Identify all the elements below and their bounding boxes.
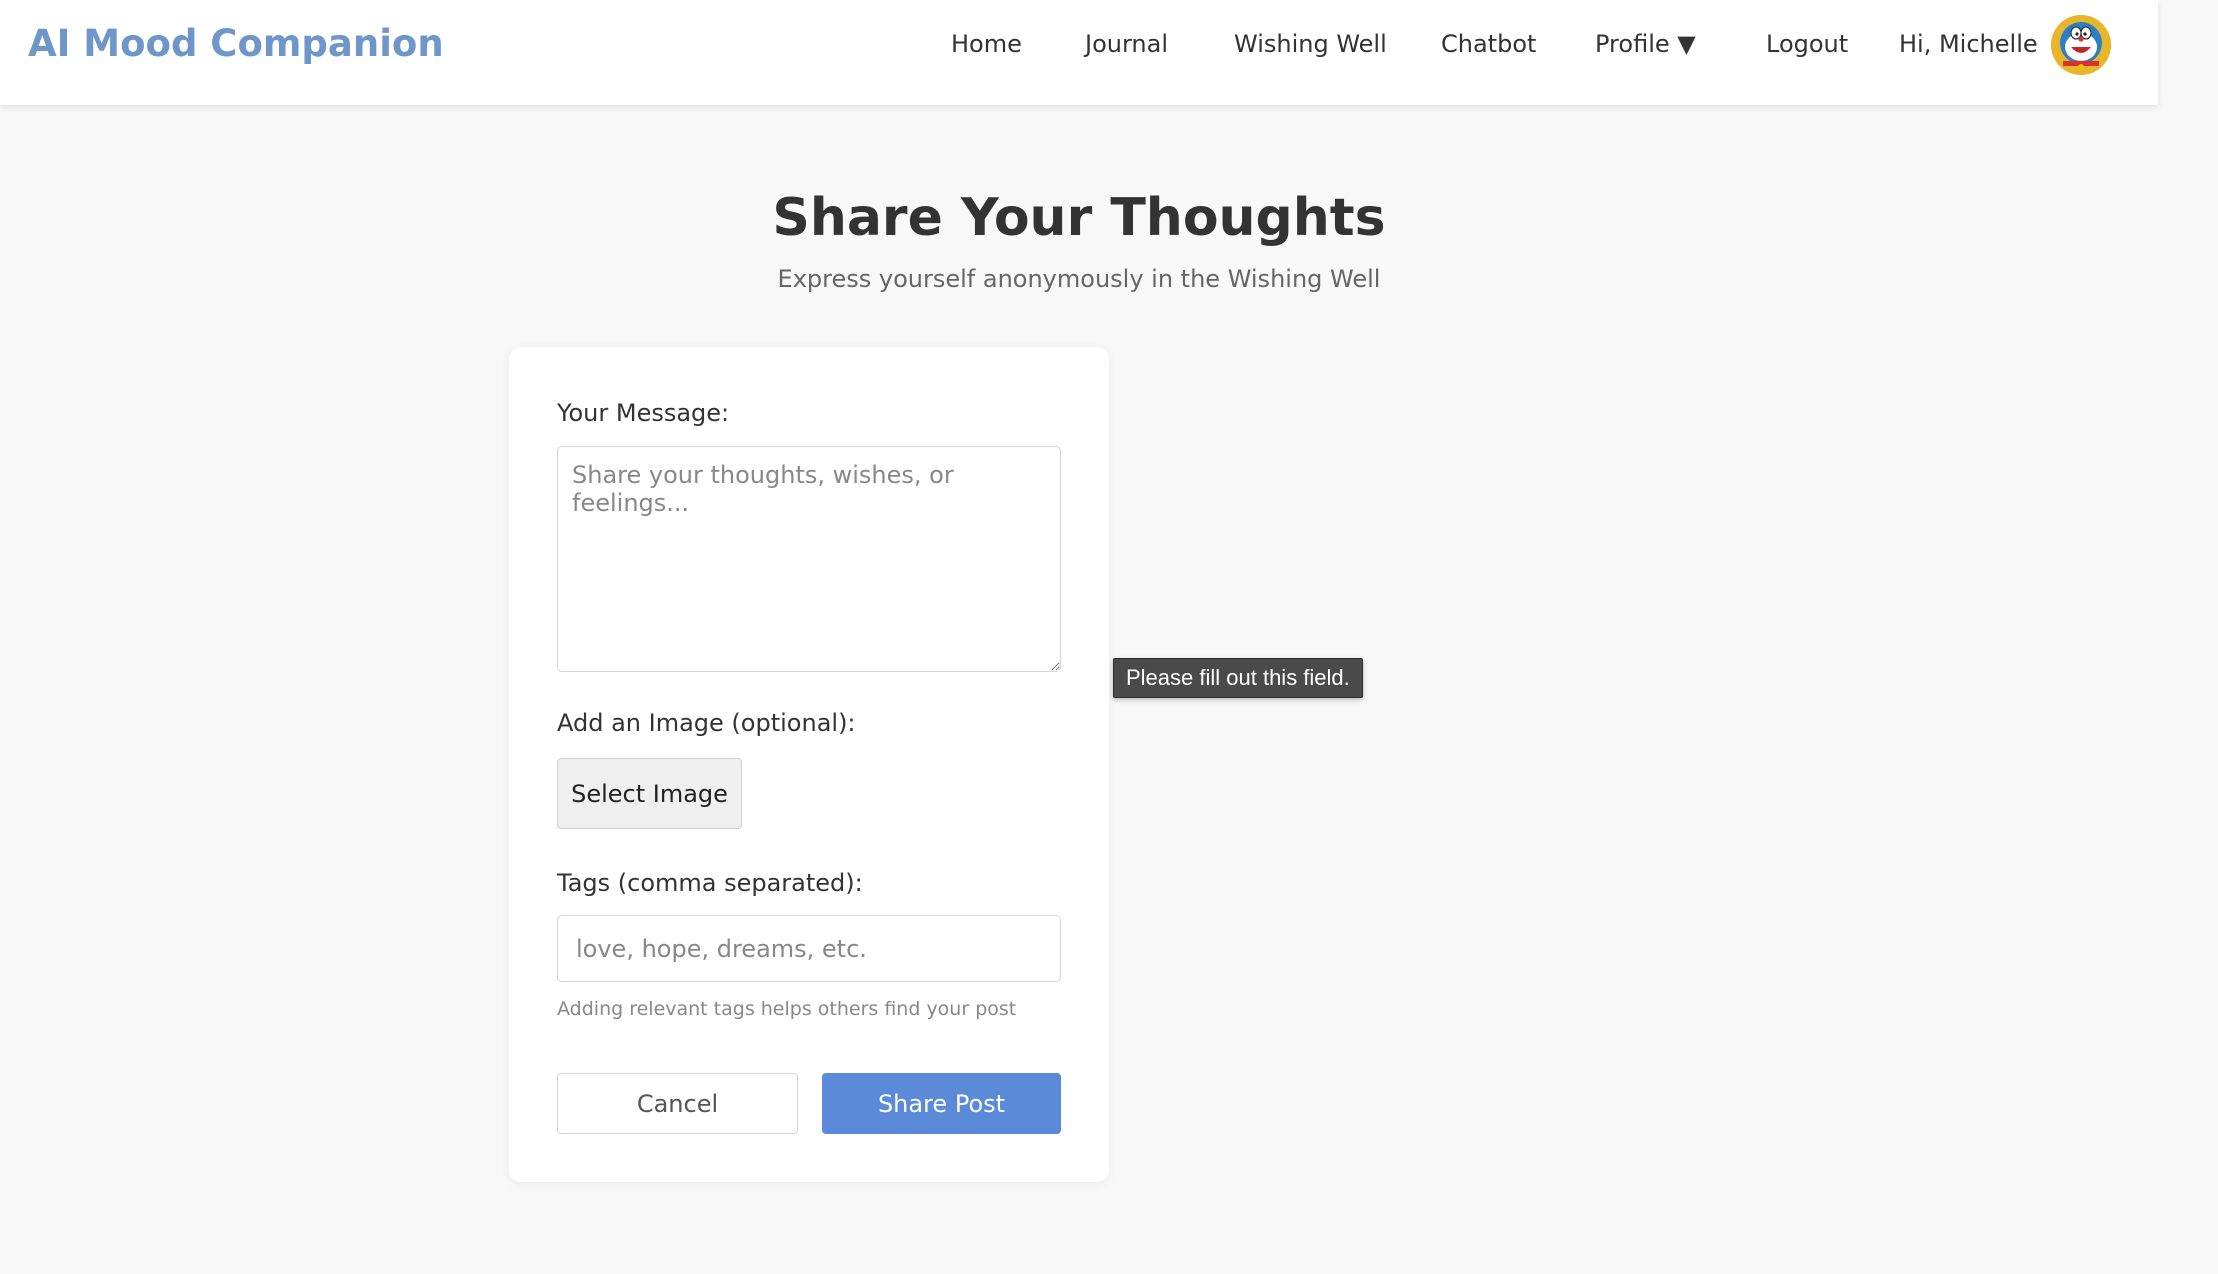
top-navbar: AI Mood Companion Home Journal Wishing W… [0,0,2158,105]
select-image-button[interactable]: Select Image [557,758,742,829]
nav-dropdown-profile[interactable]: Profile ▼ [1595,30,1696,58]
user-avatar[interactable] [2051,15,2111,75]
page-title: Share Your Thoughts [772,188,1386,248]
nav-link-wishing-well[interactable]: Wishing Well [1234,30,1387,58]
page-subtitle: Express yourself anonymously in the Wish… [777,265,1381,293]
nav-link-chatbot[interactable]: Chatbot [1441,30,1536,58]
nav-link-logout[interactable]: Logout [1766,30,1848,58]
brand-logo-text[interactable]: AI Mood Companion [28,22,444,65]
doraemon-avatar-icon [2051,15,2111,75]
message-label: Your Message: [557,399,730,427]
tags-input[interactable] [557,915,1061,982]
share-post-form-card: Your Message: Add an Image (optional): S… [509,347,1109,1182]
cancel-button[interactable]: Cancel [557,1073,798,1134]
user-greeting: Hi, Michelle [1899,30,2038,58]
tags-hint: Adding relevant tags helps others find y… [557,998,1017,1020]
validation-tooltip: Please fill out this field. [1113,658,1363,698]
share-post-button[interactable]: Share Post [822,1073,1061,1134]
nav-link-home[interactable]: Home [951,30,1022,58]
message-textarea[interactable] [557,446,1061,672]
tags-label: Tags (comma separated): [557,869,863,897]
image-label: Add an Image (optional): [557,709,856,737]
nav-link-journal[interactable]: Journal [1085,30,1168,58]
